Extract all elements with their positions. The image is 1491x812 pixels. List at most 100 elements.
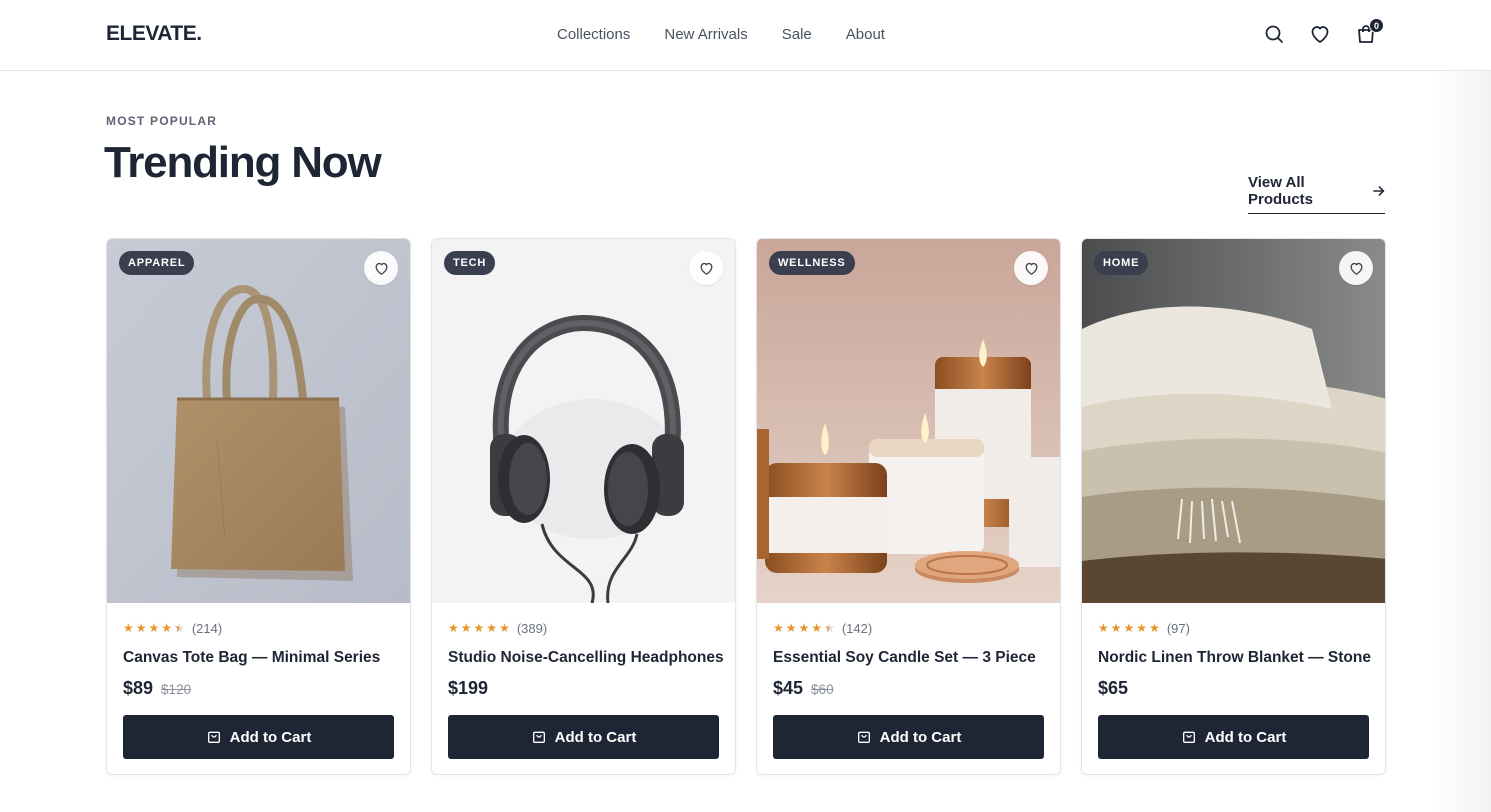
price: $45 (773, 678, 804, 698)
original-price: $120 (161, 682, 192, 697)
product-details: ★★★★★ (214) Canvas Tote Bag — Minimal Se… (123, 619, 395, 700)
review-count: (97) (1166, 620, 1190, 636)
original-price: $60 (811, 682, 834, 697)
price-row: $45 $60 (773, 678, 1045, 700)
shopping-bag-icon (532, 731, 545, 743)
product-details: ★ ★ ★ ★ ★ (389) Studio Noise-Cancelling Head… (448, 619, 724, 700)
star-icon: ★ (1136, 621, 1148, 635)
star-icon: ★ (148, 621, 160, 635)
star-rating: ★ ★ ★ ★ ★ (389) (448, 619, 720, 637)
nav-sale[interactable]: Sale (782, 26, 812, 43)
shopping-bag-icon (207, 731, 220, 743)
add-to-cart-label: Add to Cart (229, 728, 312, 746)
product-name[interactable]: Essential Soy Candle Set — 3 Piece (773, 649, 1045, 667)
section-title: Trending Now (104, 138, 382, 187)
shopping-bag-icon (1182, 731, 1195, 743)
view-all-label: View All Products (1248, 174, 1314, 208)
wishlist-button[interactable] (364, 251, 398, 285)
price: $65 (1098, 678, 1129, 698)
arrow-right-icon (1373, 186, 1385, 196)
category-badge: HOME (1094, 251, 1149, 275)
star-icon: ★ (135, 621, 147, 635)
product-details: ★ ★ ★ ★ ★ (97) Nordic Linen Throw Blanket — … (1098, 619, 1371, 700)
product-details: ★★★★★ (142) Essential Soy Candle Set — 3… (773, 619, 1045, 700)
header-actions: 0 (1262, 18, 1384, 46)
star-icon: ★ (473, 621, 485, 635)
add-to-cart-label: Add to Cart (554, 728, 637, 746)
star-icon: ★ (486, 621, 498, 635)
product-card[interactable]: HOME ★ ★ ★ ★ ★ (97) Nordic Linen Throw Blank… (1081, 238, 1386, 775)
star-icon: ★ (773, 621, 784, 635)
add-to-cart-label: Add to Cart (879, 728, 962, 746)
category-badge: WELLNESS (769, 251, 855, 275)
cart-count-badge: 0 (1369, 18, 1384, 33)
search-icon[interactable] (1262, 22, 1286, 46)
candles-photo (757, 239, 1060, 603)
product-name[interactable]: Canvas Tote Bag — Minimal Series (123, 649, 395, 667)
star-rating: ★★★★★ (214) (123, 619, 395, 637)
price-row: $199 (448, 678, 720, 700)
star-icon: ★ (499, 621, 510, 635)
price-row: $89 $120 (123, 678, 395, 700)
logo[interactable]: ELEVATE. (106, 22, 202, 46)
section-eyebrow: MOST POPULAR (106, 114, 218, 128)
add-to-cart-label: Add to Cart (1204, 728, 1287, 746)
headphones-photo (432, 239, 735, 603)
star-icon: ★ (448, 621, 459, 635)
site-header: ELEVATE. Collections New Arrivals Sale A… (0, 0, 1491, 71)
star-icon: ★ (785, 621, 797, 635)
review-count: (142) (841, 620, 873, 636)
heart-icon[interactable] (1308, 22, 1332, 46)
linen-blanket-photo (1082, 239, 1385, 603)
add-to-cart-button[interactable]: Add to Cart (448, 715, 719, 759)
wishlist-button[interactable] (689, 251, 723, 285)
star-icon: ★ (123, 621, 134, 635)
price-row: $65 (1098, 678, 1370, 700)
star-icon: ★ (811, 621, 823, 635)
price: $199 (448, 678, 489, 698)
nav-collections[interactable]: Collections (557, 26, 630, 43)
heart-icon (1025, 262, 1037, 275)
add-to-cart-button[interactable]: Add to Cart (773, 715, 1044, 759)
star-half-icon: ★ (174, 621, 185, 635)
heart-icon (1350, 262, 1362, 275)
star-icon: ★ (798, 621, 810, 635)
review-count: (214) (191, 620, 223, 636)
nav-about[interactable]: About (846, 26, 885, 43)
star-half-icon: ★ (824, 621, 835, 635)
product-image-candles[interactable]: WELLNESS (757, 239, 1060, 603)
star-icon: ★ (1123, 621, 1135, 635)
shopping-bag-icon (857, 731, 870, 743)
edge-shadow (1431, 0, 1491, 812)
heart-icon (700, 262, 712, 275)
product-image-tote[interactable]: APPAREL (107, 239, 410, 603)
review-count: (389) (516, 620, 548, 636)
product-card[interactable]: TECH ★ ★ ★ ★ ★ (389) Studio Noise-Cancelling… (431, 238, 736, 775)
product-name[interactable]: Nordic Linen Throw Blanket — Stone (1098, 649, 1371, 667)
price: $89 (123, 678, 154, 698)
view-all-products-link[interactable]: View All Products (1248, 174, 1385, 214)
add-to-cart-button[interactable]: Add to Cart (1098, 715, 1369, 759)
tote-bag-photo (107, 239, 410, 603)
wishlist-button[interactable] (1339, 251, 1373, 285)
star-icon: ★ (460, 621, 472, 635)
star-icon: ★ (161, 621, 173, 635)
star-icon: ★ (1110, 621, 1122, 635)
star-icon: ★ (1098, 621, 1109, 635)
product-name[interactable]: Studio Noise-Cancelling Headphones (448, 649, 724, 667)
product-image-headphones[interactable]: TECH (432, 239, 735, 603)
wishlist-button[interactable] (1014, 251, 1048, 285)
category-badge: APPAREL (119, 251, 195, 275)
product-image-blanket[interactable]: HOME (1082, 239, 1385, 603)
star-icon: ★ (1149, 621, 1160, 635)
heart-icon (375, 262, 387, 275)
product-card[interactable]: WELLNESS ★★★★★ (142) Essential Soy Candl… (756, 238, 1061, 775)
nav-new-arrivals[interactable]: New Arrivals (664, 26, 747, 43)
main-nav: Collections New Arrivals Sale About (557, 26, 885, 43)
star-rating: ★★★★★ (142) (773, 619, 1045, 637)
add-to-cart-button[interactable]: Add to Cart (123, 715, 394, 759)
shopping-bag-icon[interactable]: 0 (1354, 18, 1384, 46)
star-rating: ★ ★ ★ ★ ★ (97) (1098, 619, 1370, 637)
category-badge: TECH (444, 251, 496, 275)
product-card[interactable]: APPAREL ★★★★★ (214) Canvas Tote Bag — Mi… (106, 238, 411, 775)
